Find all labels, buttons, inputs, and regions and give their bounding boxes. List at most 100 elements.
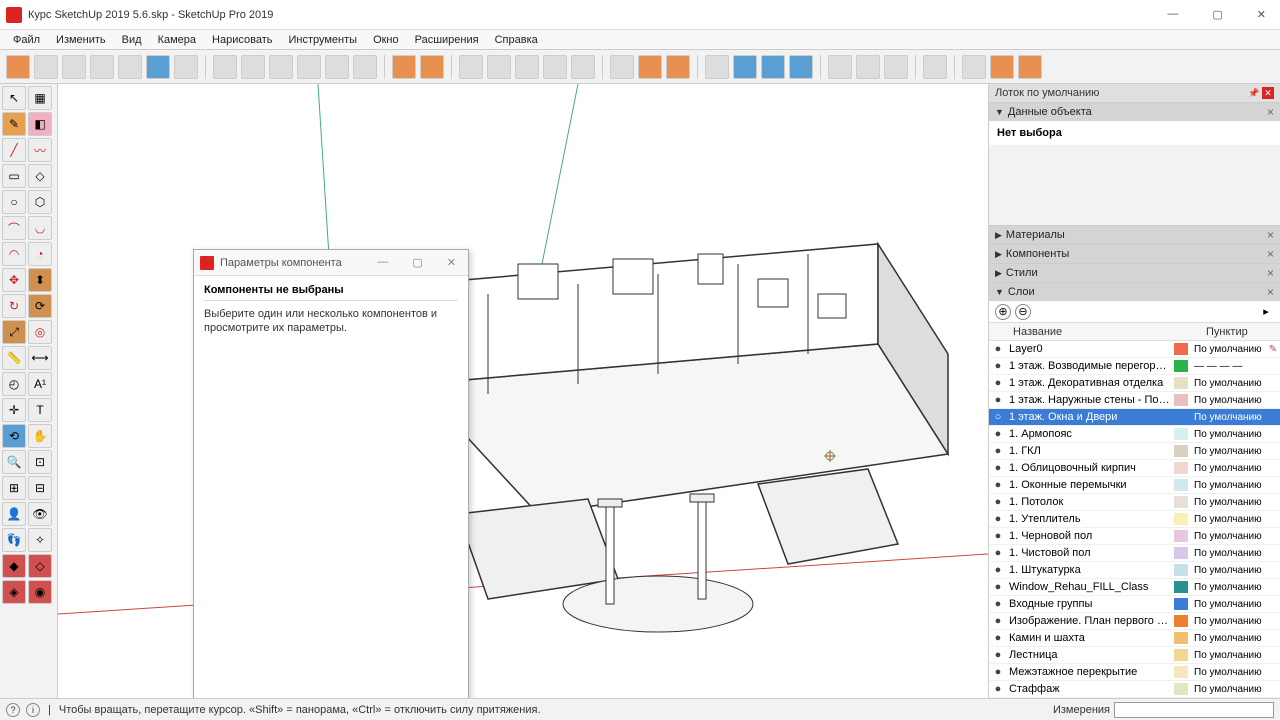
layer-visibility-icon[interactable]: ● bbox=[989, 496, 1007, 508]
rect-tool[interactable]: ▭ bbox=[2, 164, 26, 188]
layer-row[interactable]: ○1 этаж. Окна и ДвериПо умолчанию bbox=[989, 409, 1280, 426]
layer-visibility-icon[interactable]: ● bbox=[989, 394, 1007, 406]
tool-10[interactable] bbox=[269, 55, 293, 79]
info-icon[interactable]: i bbox=[26, 703, 40, 717]
component-tool[interactable]: ▦ bbox=[28, 86, 52, 110]
col-name[interactable]: Название bbox=[1009, 326, 1186, 338]
layer-visibility-icon[interactable]: ● bbox=[989, 547, 1007, 559]
tape-tool[interactable]: 📏 bbox=[2, 346, 26, 370]
layer-row[interactable]: ●Межэтажное перекрытиеПо умолчанию bbox=[989, 664, 1280, 681]
tool-27[interactable] bbox=[789, 55, 813, 79]
tool-11[interactable] bbox=[297, 55, 321, 79]
layer-color-swatch[interactable] bbox=[1174, 377, 1188, 389]
dialog-close[interactable]: ✕ bbox=[441, 256, 462, 269]
tray-close[interactable]: ✕ bbox=[1262, 87, 1274, 99]
layer-row[interactable]: ●1. Чистовой полПо умолчанию bbox=[989, 545, 1280, 562]
tool-7[interactable] bbox=[174, 55, 198, 79]
layer-visibility-icon[interactable]: ● bbox=[989, 445, 1007, 457]
layer-row[interactable]: ●1 этаж. Декоративная отделкаПо умолчани… bbox=[989, 375, 1280, 392]
tool-16[interactable] bbox=[459, 55, 483, 79]
tool-32[interactable] bbox=[962, 55, 986, 79]
layer-color-swatch[interactable] bbox=[1174, 615, 1188, 627]
tool-33[interactable] bbox=[990, 55, 1014, 79]
tool-25[interactable] bbox=[733, 55, 757, 79]
layer-row[interactable]: ●1. Черновой полПо умолчанию bbox=[989, 528, 1280, 545]
layer-visibility-icon[interactable]: ● bbox=[989, 479, 1007, 491]
panel-styles-head[interactable]: ▶ Стили × bbox=[989, 264, 1280, 282]
help-icon[interactable]: ? bbox=[6, 703, 20, 717]
ext2-tool[interactable]: ◇ bbox=[28, 554, 52, 578]
look-tool[interactable]: 👁 bbox=[28, 502, 52, 526]
minimize-button[interactable]: — bbox=[1159, 8, 1186, 21]
layer-color-swatch[interactable] bbox=[1174, 343, 1188, 355]
layer-color-swatch[interactable] bbox=[1174, 462, 1188, 474]
layer-visibility-icon[interactable]: ● bbox=[989, 666, 1007, 678]
layer-row[interactable]: ●1 этаж. Возводимые перегородки— — — — bbox=[989, 358, 1280, 375]
layer-visibility-icon[interactable]: ● bbox=[989, 513, 1007, 525]
tool-28[interactable] bbox=[828, 55, 852, 79]
layer-visibility-icon[interactable]: ● bbox=[989, 530, 1007, 542]
layer-menu-button[interactable]: ▸ bbox=[1258, 304, 1274, 320]
layer-row[interactable]: ●ЛестницаПо умолчанию bbox=[989, 647, 1280, 664]
orbit-tool[interactable]: ⟲ bbox=[2, 424, 26, 448]
close-button[interactable]: ✕ bbox=[1249, 8, 1274, 21]
dialog-maximize[interactable]: ▢ bbox=[406, 256, 428, 269]
panel-entity-head[interactable]: ▼ Данные объекта × bbox=[989, 103, 1280, 121]
tool-17[interactable] bbox=[487, 55, 511, 79]
tray-pin[interactable]: 📌 bbox=[1248, 87, 1260, 99]
tool-21[interactable] bbox=[610, 55, 634, 79]
measurements-input[interactable] bbox=[1114, 702, 1274, 718]
viewport[interactable]: Параметры компонента — ▢ ✕ Компоненты не… bbox=[58, 84, 988, 698]
tool-15[interactable] bbox=[420, 55, 444, 79]
layer-visibility-icon[interactable]: ● bbox=[989, 632, 1007, 644]
rotrect-tool[interactable]: ◇ bbox=[28, 164, 52, 188]
zoomext-tool[interactable]: ⊞ bbox=[2, 476, 26, 500]
layer-row[interactable]: ●Layer0По умолчанию✎ bbox=[989, 341, 1280, 358]
panel-materials-close[interactable]: × bbox=[1267, 228, 1274, 242]
layer-color-swatch[interactable] bbox=[1174, 649, 1188, 661]
layer-row[interactable]: ●1. УтеплительПо умолчанию bbox=[989, 511, 1280, 528]
layer-visibility-icon[interactable]: ● bbox=[989, 462, 1007, 474]
layer-visibility-icon[interactable]: ● bbox=[989, 649, 1007, 661]
tool-12[interactable] bbox=[325, 55, 349, 79]
prev-tool[interactable]: ⊟ bbox=[28, 476, 52, 500]
pie-tool[interactable]: ◔ bbox=[28, 242, 52, 266]
ext4-tool[interactable]: ◉ bbox=[28, 580, 52, 604]
tool-31[interactable] bbox=[923, 55, 947, 79]
menu-window[interactable]: Окно bbox=[366, 32, 406, 48]
menu-camera[interactable]: Камера bbox=[151, 32, 203, 48]
layer-visibility-icon[interactable]: ● bbox=[989, 377, 1007, 389]
tool-13[interactable] bbox=[353, 55, 377, 79]
arc-tool[interactable]: ⌒ bbox=[2, 216, 26, 240]
layer-color-swatch[interactable] bbox=[1174, 428, 1188, 440]
layer-visibility-icon[interactable]: ● bbox=[989, 564, 1007, 576]
arc2-tool[interactable]: ◡ bbox=[28, 216, 52, 240]
tool-5[interactable] bbox=[118, 55, 142, 79]
layer-row[interactable]: ●Камин и шахтаПо умолчанию bbox=[989, 630, 1280, 647]
tool-26[interactable] bbox=[761, 55, 785, 79]
layer-color-swatch[interactable] bbox=[1174, 530, 1188, 542]
scale-tool[interactable]: ⤢ bbox=[2, 320, 26, 344]
maximize-button[interactable]: ▢ bbox=[1204, 8, 1230, 21]
tool-34[interactable] bbox=[1018, 55, 1042, 79]
layer-color-swatch[interactable] bbox=[1174, 496, 1188, 508]
layer-row[interactable]: ●Входные группыПо умолчанию bbox=[989, 596, 1280, 613]
menu-view[interactable]: Вид bbox=[115, 32, 149, 48]
tool-19[interactable] bbox=[543, 55, 567, 79]
layer-color-swatch[interactable] bbox=[1174, 513, 1188, 525]
rotate-tool[interactable]: ↻ bbox=[2, 294, 26, 318]
layer-row[interactable]: ●СтаффажПо умолчанию bbox=[989, 681, 1280, 698]
position-tool[interactable]: 👤 bbox=[2, 502, 26, 526]
dialog-titlebar[interactable]: Параметры компонента — ▢ ✕ bbox=[194, 250, 468, 276]
col-dash[interactable]: Пунктир bbox=[1202, 326, 1280, 338]
layer-color-swatch[interactable] bbox=[1174, 411, 1188, 423]
tool-1[interactable] bbox=[6, 55, 30, 79]
move-tool[interactable]: ✥ bbox=[2, 268, 26, 292]
layer-visibility-icon[interactable]: ● bbox=[989, 598, 1007, 610]
tool-23[interactable] bbox=[666, 55, 690, 79]
axes-tool[interactable]: ✛ bbox=[2, 398, 26, 422]
tool-3[interactable] bbox=[62, 55, 86, 79]
layer-row[interactable]: ●Window_Rehau_FILL_ClassПо умолчанию bbox=[989, 579, 1280, 596]
3dtext-tool[interactable]: T bbox=[28, 398, 52, 422]
panel-layers-head[interactable]: ▼ Слои × bbox=[989, 283, 1280, 301]
